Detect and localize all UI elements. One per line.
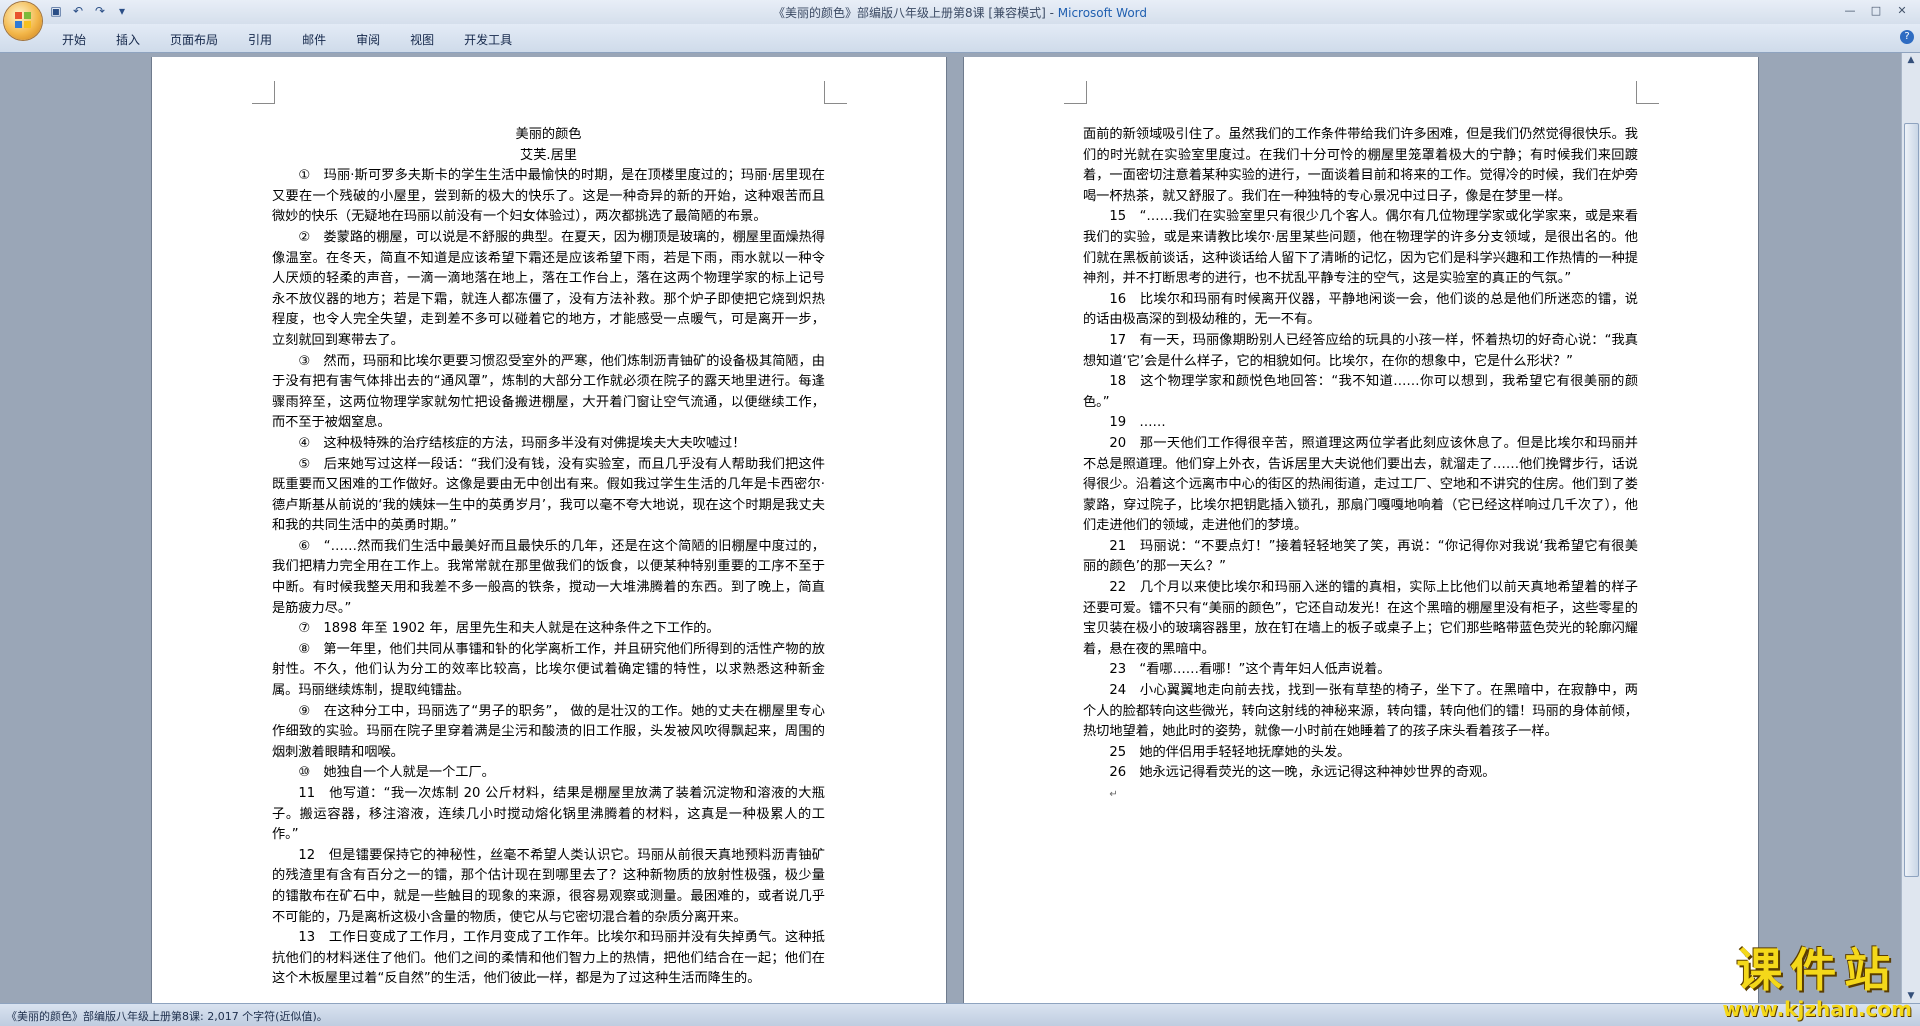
margin-corner-mark (252, 81, 275, 104)
close-icon[interactable]: ✕ (1890, 2, 1914, 20)
watermark-url: www.kjzhan.com (1722, 997, 1912, 1021)
document-title: 美丽的颜色 (515, 127, 582, 142)
paragraph: 26 她永远记得看荧光的这一晚，永远记得这种神妙世界的奇观。 (1109, 765, 1496, 781)
document-author: 艾芙.居里 (520, 147, 577, 163)
margin-corner-mark (824, 81, 847, 104)
tab-developer[interactable]: 开发工具 (452, 28, 524, 51)
paragraph: 23 “看哪……看哪！”这个青年妇人低声说着。 (1109, 662, 1391, 678)
tab-page-layout[interactable]: 页面布局 (158, 28, 230, 51)
page-left-text: 美丽的颜色 艾芙.居里 ① 玛丽·斯可罗多夫斯卡的学生生活中最愉快的时期，是在顶… (272, 125, 825, 990)
paragraph: 21 玛丽说：“不要点灯！”接着轻轻地笑了笑，再说：“你记得你对我说‘我希望它有… (1083, 538, 1638, 575)
undo-icon[interactable]: ↶ (70, 3, 86, 19)
status-word-count: 《美丽的颜色》部编版八年级上册第8课: 2,017 个字符(近似值)。 (6, 1010, 328, 1023)
tab-review[interactable]: 审阅 (344, 28, 392, 51)
paragraph: ⑨ 在这种分工中，玛丽选了“男子的职务”， 做的是壮汉的工作。她的丈夫在棚屋里专… (272, 703, 825, 760)
customize-qat-icon[interactable]: ▾ (114, 3, 130, 19)
watermark-logo: 课件站 www.kjzhan.com (1722, 943, 1912, 1021)
watermark-title: 课件站 (1736, 943, 1899, 997)
paragraph: 15 “……我们在实验室里只有很少几个客人。偶尔有几位物理学家或化学家来，或是来… (1083, 209, 1638, 287)
status-bar: 《美丽的颜色》部编版八年级上册第8课: 2,017 个字符(近似值)。 (0, 1003, 1920, 1026)
paragraph: 11 他写道：“我一次炼制 20 公斤材料，结果是棚屋里放满了装着沉淀物和溶液的… (272, 786, 825, 843)
page-right-text: 面前的新领域吸引住了。虽然我们的工作条件带给我们许多困难，但是我们仍然觉得很快乐… (1083, 125, 1638, 806)
tab-view[interactable]: 视图 (398, 28, 446, 51)
paragraph: ⑤ 后来她写过这样一段话：“我们没有钱，没有实验室，而且几乎没有人帮助我们把这件… (272, 456, 825, 534)
vertical-scrollbar[interactable]: ▲ ▼ (1901, 53, 1920, 1003)
window-title: 《美丽的颜色》部编版八年级上册第8课 [兼容模式] - Microsoft Wo… (0, 4, 1920, 21)
paragraph: ⑩ 她独自一个人就是一个工厂。 (298, 765, 495, 781)
paragraph: 20 那一天他们工作得很辛苦，照道理这两位学者此刻应该休息了。但是比埃尔和玛丽并… (1083, 435, 1638, 534)
margin-corner-mark (1636, 81, 1659, 104)
ribbon: 开始 插入 页面布局 引用 邮件 审阅 视图 开发工具 ? (0, 24, 1920, 53)
paragraph: 面前的新领域吸引住了。虽然我们的工作条件带给我们许多困难，但是我们仍然觉得很快乐… (1083, 127, 1638, 204)
paragraph: 18 这个物理学家和颜悦色地回答：“我不知道……你可以想到，我希望它有很美丽的颜… (1083, 374, 1638, 410)
paragraph: 17 有一天，玛丽像期盼别人已经答应给的玩具的小孩一样，怀着热切的好奇心说：“我… (1083, 332, 1638, 369)
paragraph: 12 但是镭要保持它的神秘性，丝毫不希望人类认识它。玛丽从前很天真地预料沥青铀矿… (272, 847, 825, 925)
tab-insert[interactable]: 插入 (104, 28, 152, 51)
scrollbar-thumb[interactable] (1904, 123, 1919, 877)
maximize-icon[interactable]: □ (1864, 2, 1888, 20)
office-logo-icon (15, 12, 31, 28)
paragraph: ② 娄蒙路的棚屋，可以说是不舒服的典型。在夏天，因为棚顶是玻璃的，棚屋里面燥热得… (272, 229, 825, 348)
paragraph: 25 她的伴侣用手轻轻地抚摩她的头发。 (1109, 744, 1351, 760)
save-icon[interactable]: ▣ (48, 3, 64, 19)
window-controls: — □ ✕ (1838, 2, 1914, 20)
redo-icon[interactable]: ↷ (92, 3, 108, 19)
paragraph: ⑧ 第一年里，他们共同从事镭和钋的化学离析工作，并且研究他们所得到的活性产物的放… (272, 641, 825, 699)
margin-corner-mark (1064, 81, 1087, 104)
paragraph-end-mark: ↵ (1109, 789, 1118, 800)
paragraph: ⑦ 1898 年至 1902 年，居里先生和夫人就是在这种条件之下工作的。 (298, 621, 720, 637)
document-page-left[interactable]: 美丽的颜色 艾芙.居里 ① 玛丽·斯可罗多夫斯卡的学生生活中最愉快的时期，是在顶… (152, 57, 946, 1003)
paragraph: 22 几个月以来使比埃尔和玛丽入迷的镭的真相，实际上比他们以前天真地希望着的样子… (1083, 580, 1638, 657)
app-name: Microsoft Word (1057, 6, 1148, 20)
office-button[interactable] (4, 2, 42, 40)
paragraph: 19 …… (1109, 415, 1166, 431)
document-title-text: 《美丽的颜色》部编版八年级上册第8课 [兼容模式] - (772, 6, 1058, 20)
help-icon[interactable]: ? (1900, 30, 1914, 44)
ribbon-tabs: 开始 插入 页面布局 引用 邮件 审阅 视图 开发工具 (50, 28, 530, 51)
paragraph: ① 玛丽·斯可罗多夫斯卡的学生生活中最愉快的时期，是在顶楼里度过的；玛丽·居里现… (272, 168, 825, 225)
quick-access-toolbar: ▣ ↶ ↷ ▾ (48, 3, 130, 19)
document-workspace: 美丽的颜色 艾芙.居里 ① 玛丽·斯可罗多夫斯卡的学生生活中最愉快的时期，是在顶… (0, 53, 1902, 1003)
tab-mailings[interactable]: 邮件 (290, 28, 338, 51)
paragraph: 24 小心翼翼地走向前去找，找到一张有草垫的椅子，坐下了。在黑暗中，在寂静中，两… (1083, 683, 1638, 740)
minimize-icon[interactable]: — (1838, 2, 1862, 20)
tab-references[interactable]: 引用 (236, 28, 284, 51)
document-page-right[interactable]: 面前的新领域吸引住了。虽然我们的工作条件带给我们许多困难，但是我们仍然觉得很快乐… (964, 57, 1758, 1003)
title-bar: 《美丽的颜色》部编版八年级上册第8课 [兼容模式] - Microsoft Wo… (0, 0, 1920, 24)
tab-home[interactable]: 开始 (50, 28, 98, 51)
paragraph: ④ 这种极特殊的治疗结核症的方法，玛丽多半没有对佛提埃夫大夫吹嘘过！ (298, 435, 746, 451)
scroll-up-icon[interactable]: ▲ (1902, 53, 1920, 67)
paragraph: ③ 然而，玛丽和比埃尔更要习惯忍受室外的严寒，他们炼制沥青铀矿的设备极其简陋，由… (272, 353, 825, 431)
paragraph: 16 比埃尔和玛丽有时候离开仪器，平静地闲谈一会，他们谈的总是他们所迷恋的镭，说… (1083, 291, 1638, 328)
paragraph: ⑥ “……然而我们生活中最美好而且最快乐的几年，还是在这个简陋的旧棚屋中度过的，… (272, 538, 825, 616)
paragraph: 13 工作日变成了工作月，工作月变成了工作年。比埃尔和玛丽并没有失掉勇气。这种抵… (272, 930, 825, 987)
